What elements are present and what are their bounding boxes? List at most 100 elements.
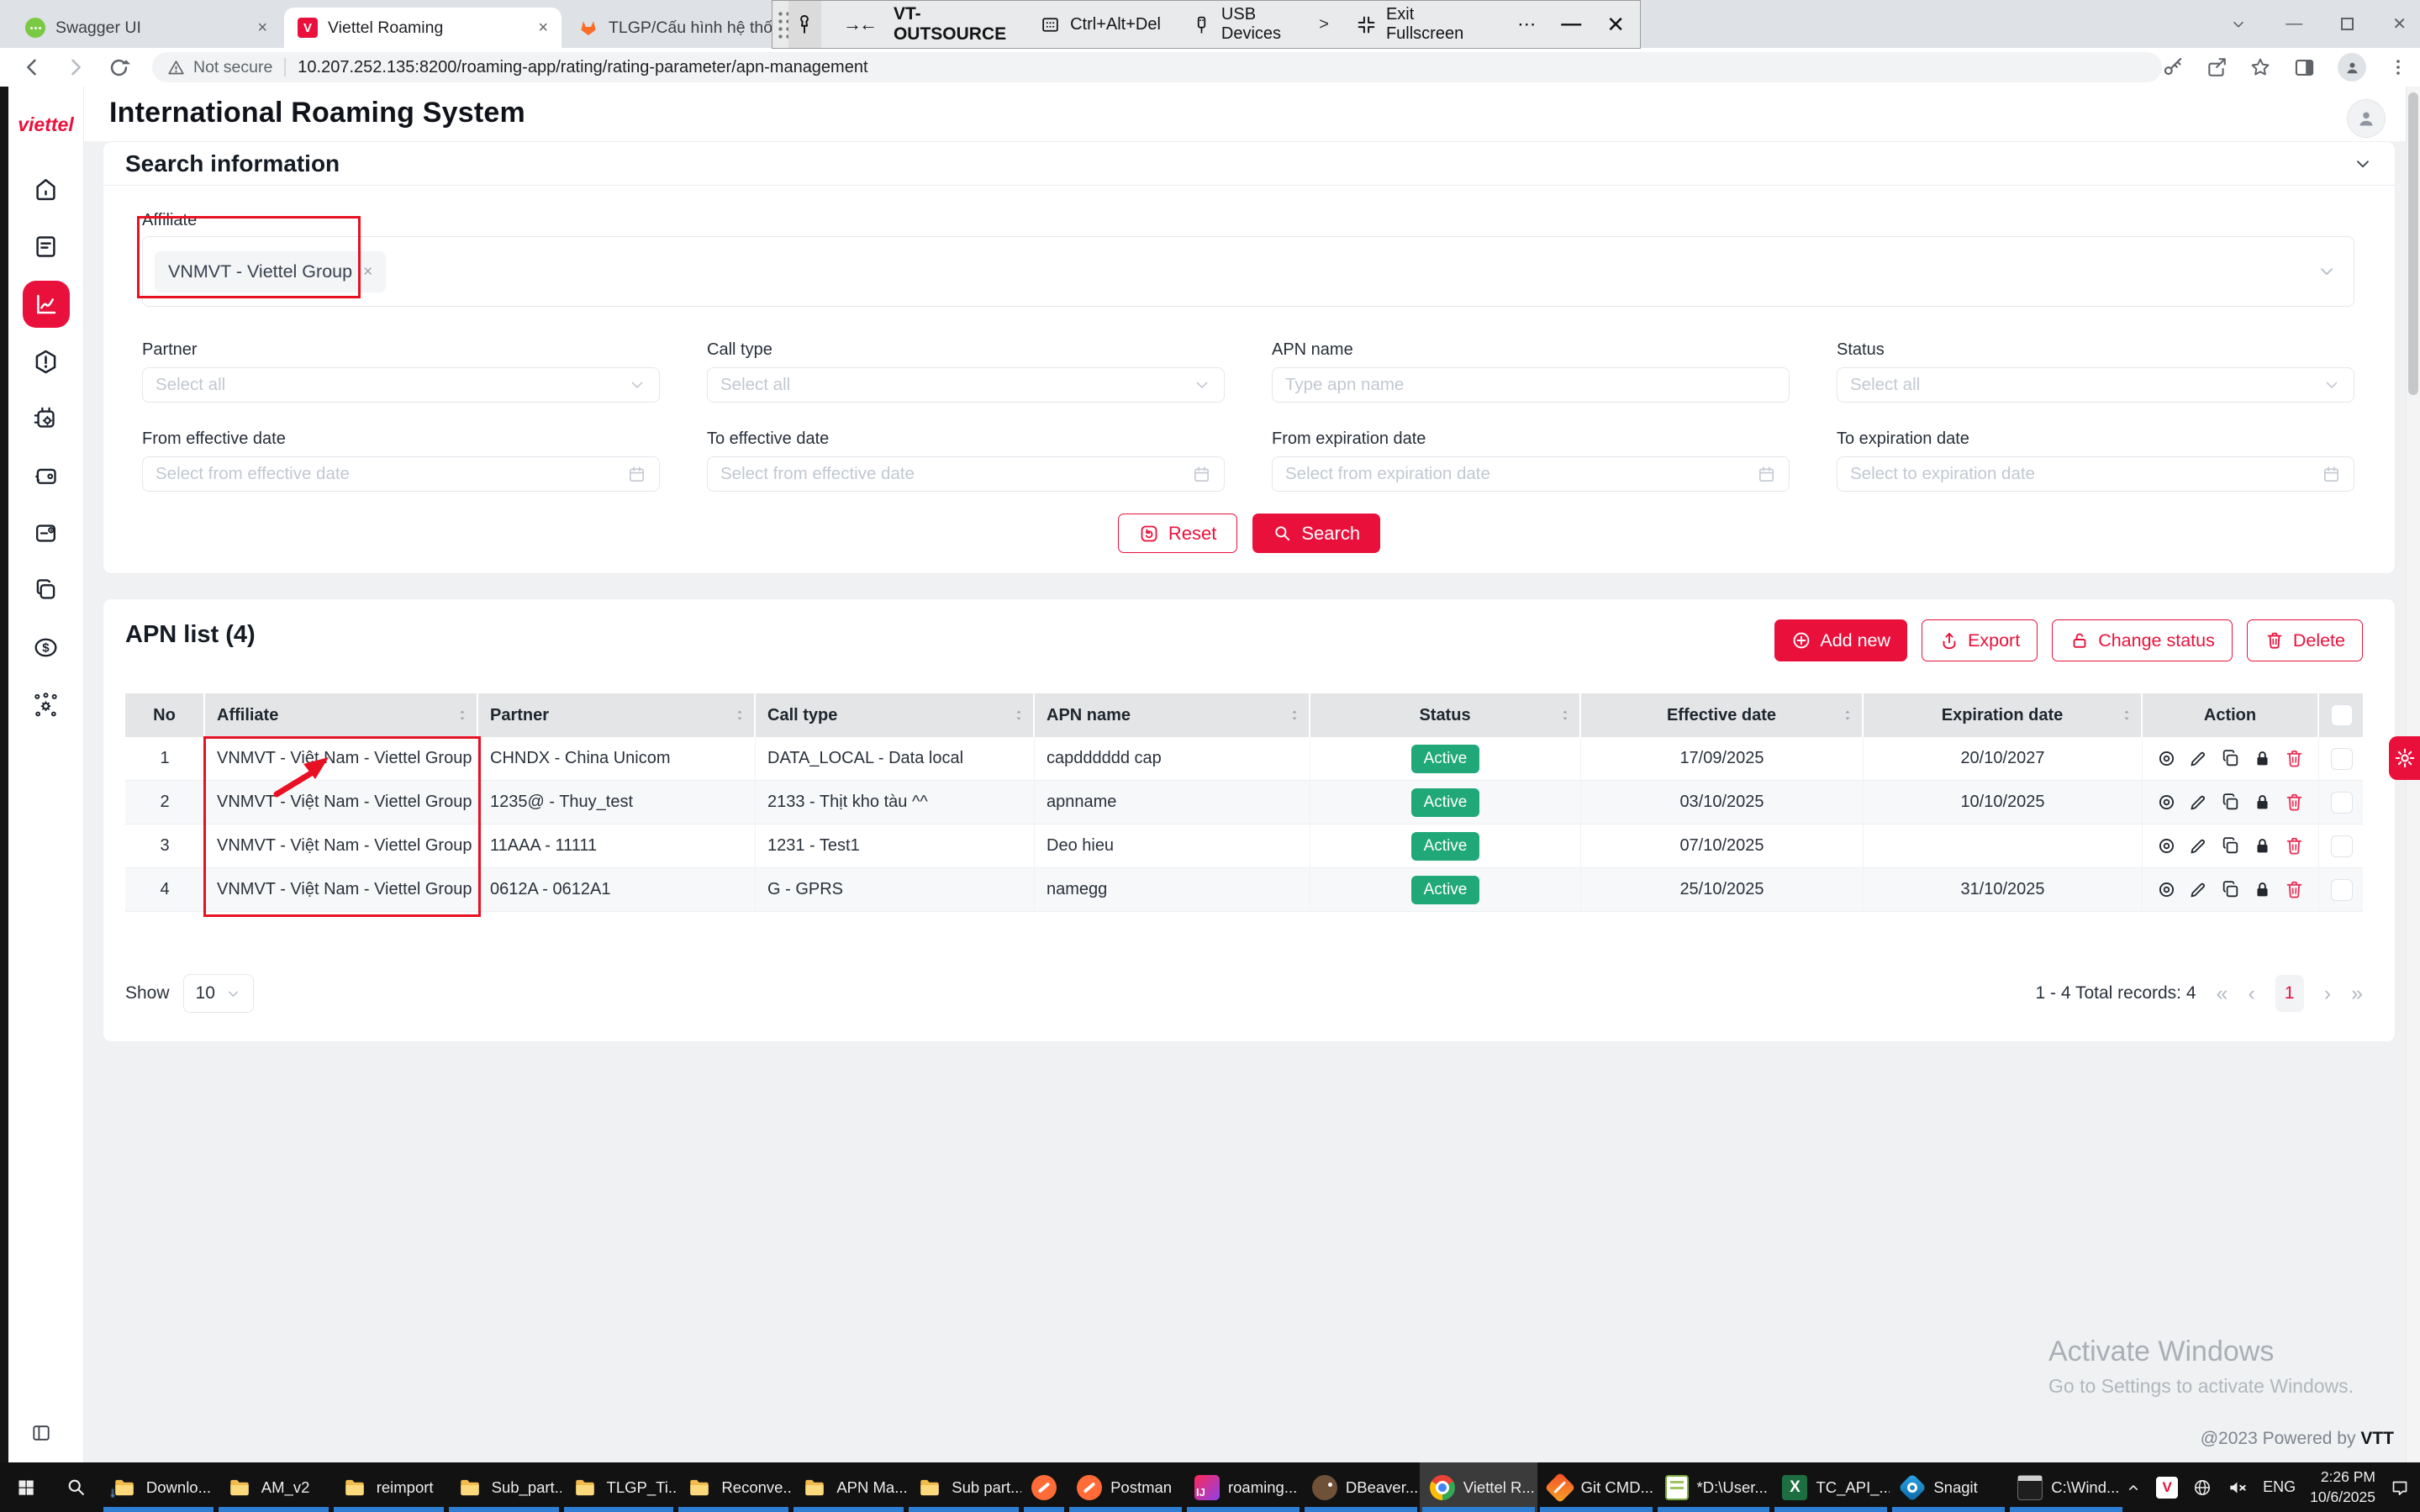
delete-row-icon[interactable] — [2284, 792, 2305, 813]
back-icon[interactable] — [20, 55, 44, 79]
export-button[interactable]: Export — [1922, 619, 2038, 661]
taskbar-item-snagit[interactable]: Snagit — [1890, 1462, 2007, 1512]
select-all-checkbox[interactable] — [2331, 704, 2353, 726]
view-icon[interactable] — [2156, 792, 2177, 813]
header-expiration-date[interactable]: Expiration date — [1864, 693, 2143, 737]
taskbar-item-tlgp[interactable]: TLGP_Ti... — [562, 1462, 677, 1512]
header-affiliate[interactable]: Affiliate — [205, 693, 478, 737]
sort-icon[interactable] — [1558, 709, 1572, 722]
browser-menu-icon[interactable] — [2388, 57, 2408, 77]
sidebar-collapse-icon[interactable] — [30, 1422, 52, 1444]
document-icon[interactable] — [32, 233, 60, 261]
address-bar[interactable]: Not secure 10.207.252.135:8200/roaming-a… — [152, 52, 2162, 82]
taskbar-item-reconve[interactable]: Reconve... — [676, 1462, 791, 1512]
lock-icon[interactable] — [2252, 748, 2273, 769]
pin-toolbar-button[interactable] — [788, 1, 821, 48]
sort-icon[interactable] — [456, 709, 469, 722]
delete-button[interactable]: Delete — [2247, 619, 2363, 661]
to-effective-date-picker[interactable]: Select from effective date — [707, 456, 1225, 492]
alert-hexagon-icon[interactable] — [32, 348, 60, 376]
copy-files-icon[interactable] — [32, 577, 60, 604]
from-expiration-date-picker[interactable]: Select from expiration date — [1272, 456, 1790, 492]
taskbar-item-cmd[interactable]: C:\Wind... — [2007, 1462, 2125, 1512]
collapse-arrows-icon[interactable]: →← — [843, 13, 875, 35]
ctrl-alt-del-button[interactable]: Ctrl+Alt+Del — [1040, 14, 1161, 35]
taskbar-item-sub-part[interactable]: Sub_part... — [446, 1462, 562, 1512]
toolbar-more-button[interactable]: ⋯ — [1517, 13, 1537, 35]
toolbar-separator-chevron[interactable]: > — [1319, 15, 1329, 34]
usb-devices-button[interactable]: USB Devices — [1191, 5, 1289, 44]
start-button[interactable] — [0, 1462, 52, 1512]
lock-icon[interactable] — [2252, 792, 2273, 813]
row-checkbox[interactable] — [2331, 835, 2353, 857]
taskbar-item-git-cmd[interactable]: Git CMD... — [1537, 1462, 1655, 1512]
view-icon[interactable] — [2156, 879, 2177, 900]
header-status[interactable]: Status — [1310, 693, 1581, 737]
taskbar-item-sub-part-2[interactable]: Sub part... — [906, 1462, 1021, 1512]
lock-icon[interactable] — [2252, 835, 2273, 856]
apn-name-input[interactable] — [1272, 367, 1790, 403]
collapse-section-chevron-icon[interactable] — [2353, 154, 2373, 174]
sort-icon[interactable] — [1012, 709, 1025, 722]
notification-center-icon[interactable] — [2390, 1478, 2410, 1498]
close-tab-icon[interactable]: × — [538, 18, 548, 38]
language-indicator[interactable]: ENG — [2263, 1478, 2296, 1496]
to-expiration-date-picker[interactable]: Select to expiration date — [1837, 456, 2354, 492]
not-secure-warning-icon[interactable] — [167, 59, 185, 76]
first-page-icon[interactable]: « — [2217, 982, 2228, 1006]
home-icon[interactable] — [32, 176, 60, 203]
next-page-icon[interactable]: › — [2324, 982, 2331, 1006]
card-clock-icon[interactable] — [32, 519, 60, 547]
view-icon[interactable] — [2156, 748, 2177, 769]
taskbar-item-postman[interactable]: Postman — [1067, 1462, 1184, 1512]
close-tab-icon[interactable]: × — [257, 18, 267, 38]
edit-icon[interactable] — [2188, 835, 2209, 856]
exit-fullscreen-button[interactable]: Exit Fullscreen — [1356, 5, 1463, 44]
header-partner[interactable]: Partner — [478, 693, 756, 737]
taskbar-search-button[interactable] — [52, 1462, 101, 1512]
table-row[interactable]: 1 VNMVT - Việt Nam - Viettel Group CHNDX… — [125, 737, 2363, 781]
security-label[interactable]: Not secure — [193, 58, 272, 77]
taskbar-item-intellij[interactable]: IJ roaming... — [1184, 1462, 1302, 1512]
browser-profile-avatar[interactable] — [2338, 53, 2366, 82]
reset-button[interactable]: Reset — [1118, 514, 1237, 553]
partner-select[interactable]: Select all — [142, 367, 660, 403]
scrollbar-thumb[interactable] — [2408, 92, 2418, 395]
tab-viettel-roaming[interactable]: V Viettel Roaming × — [284, 8, 562, 48]
user-avatar[interactable] — [2347, 99, 2386, 138]
taskbar-item-dbeaver[interactable]: DBeaver... — [1302, 1462, 1420, 1512]
sort-icon[interactable] — [2120, 709, 2133, 722]
maximize-window-button[interactable] — [2341, 18, 2354, 30]
forward-icon[interactable] — [64, 55, 87, 79]
add-new-button[interactable]: Add new — [1774, 619, 1907, 661]
drag-grip-icon[interactable] — [777, 10, 788, 39]
sort-icon[interactable] — [1841, 709, 1854, 722]
sidebar-item-rating-active[interactable] — [23, 281, 70, 328]
sort-icon[interactable] — [733, 709, 746, 722]
copy-icon[interactable] — [2220, 879, 2241, 900]
header-effective-date[interactable]: Effective date — [1581, 693, 1864, 737]
wallet-transfer-icon[interactable] — [32, 462, 60, 490]
settings-gear-fab[interactable] — [2389, 736, 2420, 780]
tab-search-chevron-icon[interactable] — [2230, 16, 2247, 33]
edit-icon[interactable] — [2188, 792, 2209, 813]
taskbar-item-downloads[interactable]: ↓ Downlo... — [101, 1462, 216, 1512]
chip-settings-icon[interactable] — [32, 405, 60, 433]
password-key-icon[interactable] — [2162, 56, 2184, 78]
delete-row-icon[interactable] — [2284, 748, 2305, 769]
page-size-select[interactable]: 10 — [183, 974, 254, 1013]
taskbar-item-notepad[interactable]: *D:\User... — [1655, 1462, 1773, 1512]
volume-muted-icon[interactable] — [2227, 1477, 2249, 1499]
last-page-icon[interactable]: » — [2351, 982, 2363, 1006]
call-type-select[interactable]: Select all — [707, 367, 1225, 403]
copy-icon[interactable] — [2220, 748, 2241, 769]
share-icon[interactable] — [2206, 56, 2228, 78]
copy-icon[interactable] — [2220, 835, 2241, 856]
taskbar-item-excel[interactable]: X TC_API_... — [1772, 1462, 1890, 1512]
tab-swagger-ui[interactable]: Swagger UI × — [12, 8, 281, 48]
table-row[interactable]: 2 VNMVT - Việt Nam - Viettel Group 1235@… — [125, 781, 2363, 824]
page-number-current[interactable]: 1 — [2275, 975, 2304, 1012]
copy-icon[interactable] — [2220, 792, 2241, 813]
status-select[interactable]: Select all — [1837, 367, 2354, 403]
edit-icon[interactable] — [2188, 879, 2209, 900]
